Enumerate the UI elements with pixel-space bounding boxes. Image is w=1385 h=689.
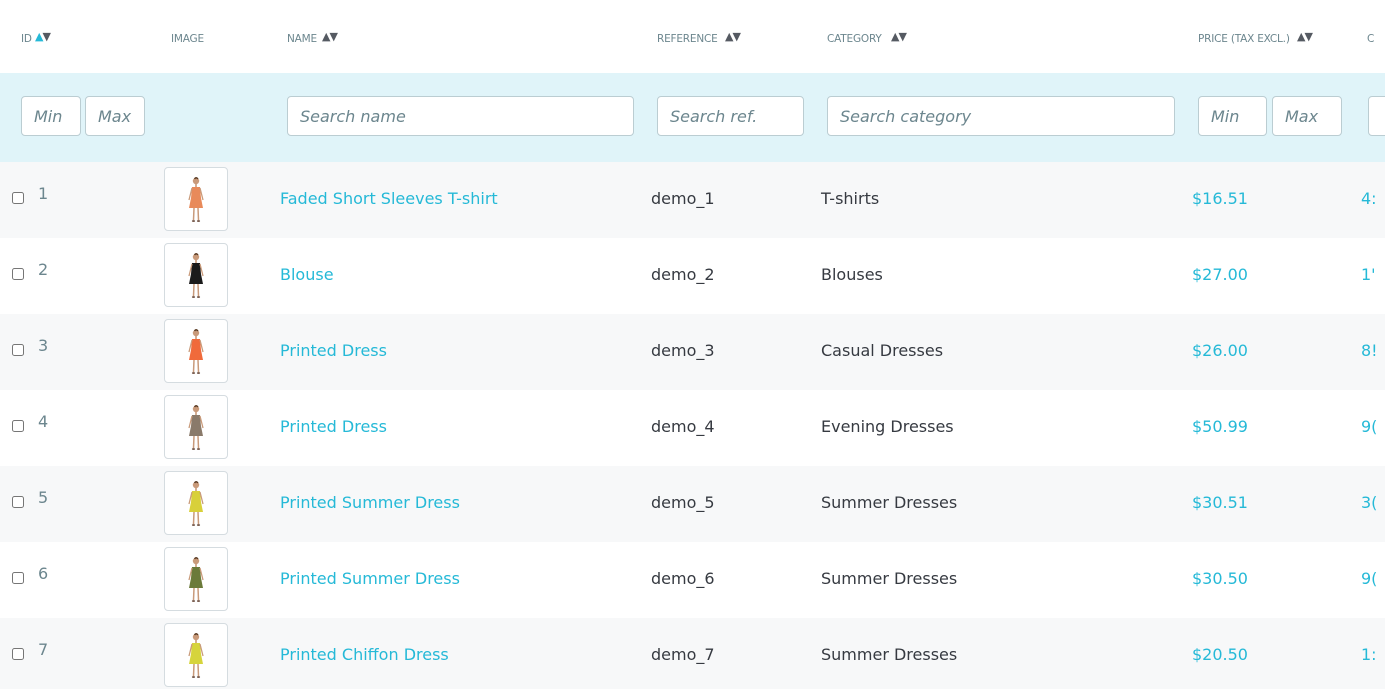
quantity-filter-input[interactable]	[1368, 96, 1385, 136]
product-thumbnail-icon[interactable]	[164, 167, 228, 231]
search-category-input[interactable]	[827, 96, 1175, 136]
product-thumbnail-icon[interactable]	[164, 623, 228, 687]
model-figure-icon	[188, 177, 204, 222]
product-price[interactable]: $20.50	[1192, 645, 1248, 664]
header-id: ID	[21, 33, 32, 45]
table-header-row: ID ▲▼ IMAGE NAME ▲▼ REFERENCE ▲▼ CATEGOR…	[0, 0, 1385, 73]
header-quantity-partial: C	[1367, 33, 1375, 45]
product-price[interactable]: $26.00	[1192, 341, 1248, 360]
table-row[interactable]: 2 Blouse demo_2 Blouses $27.00 1'	[0, 238, 1385, 314]
product-id: 6	[38, 564, 49, 583]
row-checkbox[interactable]	[12, 344, 24, 356]
header-name: NAME	[287, 33, 317, 45]
price-min-input[interactable]	[1198, 96, 1267, 136]
price-max-input[interactable]	[1272, 96, 1342, 136]
product-name-link[interactable]: Printed Dress	[280, 341, 387, 360]
product-reference: demo_7	[651, 645, 715, 664]
sort-desc-icon[interactable]: ▼	[898, 30, 907, 43]
model-figure-icon	[188, 481, 204, 526]
sort-desc-icon[interactable]: ▼	[42, 30, 51, 43]
model-figure-icon	[188, 405, 204, 450]
product-price[interactable]: $50.99	[1192, 417, 1248, 436]
product-price[interactable]: $27.00	[1192, 265, 1248, 284]
product-price[interactable]: $30.50	[1192, 569, 1248, 588]
product-quantity-partial[interactable]: 4:	[1361, 189, 1377, 208]
header-price: PRICE (TAX EXCL.)	[1198, 33, 1290, 45]
product-thumbnail-icon[interactable]	[164, 471, 228, 535]
table-row[interactable]: 7 Printed Chiffon Dress demo_7 Summer Dr…	[0, 618, 1385, 689]
model-figure-icon	[188, 557, 204, 602]
row-checkbox[interactable]	[12, 496, 24, 508]
model-figure-icon	[188, 633, 204, 678]
row-checkbox[interactable]	[12, 648, 24, 660]
product-id: 7	[38, 640, 49, 659]
search-reference-input[interactable]	[657, 96, 804, 136]
table-row[interactable]: 6 Printed Summer Dress demo_6 Summer Dre…	[0, 542, 1385, 618]
product-id: 3	[38, 336, 49, 355]
product-id: 1	[38, 184, 49, 203]
product-quantity-partial[interactable]: 1'	[1361, 265, 1376, 284]
row-checkbox[interactable]	[12, 572, 24, 584]
row-checkbox[interactable]	[12, 268, 24, 280]
table-row[interactable]: 4 Printed Dress demo_4 Evening Dresses $…	[0, 390, 1385, 466]
product-reference: demo_4	[651, 417, 715, 436]
product-quantity-partial[interactable]: 1:	[1361, 645, 1377, 664]
header-reference: REFERENCE	[657, 33, 718, 45]
products-table: ID ▲▼ IMAGE NAME ▲▼ REFERENCE ▲▼ CATEGOR…	[0, 0, 1385, 689]
row-checkbox[interactable]	[12, 420, 24, 432]
product-category: Blouses	[821, 265, 883, 284]
sort-desc-icon[interactable]: ▼	[329, 30, 338, 43]
product-name-link[interactable]: Printed Summer Dress	[280, 569, 460, 588]
product-quantity-partial[interactable]: 3(	[1361, 493, 1377, 512]
product-reference: demo_2	[651, 265, 715, 284]
product-id: 5	[38, 488, 49, 507]
product-id: 2	[38, 260, 49, 279]
product-thumbnail-icon[interactable]	[164, 547, 228, 611]
product-name-link[interactable]: Printed Chiffon Dress	[280, 645, 449, 664]
sort-price-button[interactable]: ▲▼	[1297, 30, 1313, 43]
product-reference: demo_6	[651, 569, 715, 588]
model-figure-icon	[188, 253, 204, 298]
product-category: Summer Dresses	[821, 569, 958, 588]
product-category: Summer Dresses	[821, 645, 958, 664]
sort-id-button[interactable]: ▲▼	[35, 30, 51, 43]
table-row[interactable]: 3 Printed Dress demo_3 Casual Dresses $2…	[0, 314, 1385, 390]
product-quantity-partial[interactable]: 9(	[1361, 569, 1377, 588]
product-category: Summer Dresses	[821, 493, 958, 512]
product-name-link[interactable]: Faded Short Sleeves T-shirt	[280, 189, 498, 208]
product-name-link[interactable]: Blouse	[280, 265, 334, 284]
row-checkbox[interactable]	[12, 192, 24, 204]
sort-reference-button[interactable]: ▲▼	[725, 30, 741, 43]
header-category: CATEGORY	[827, 33, 882, 45]
product-price[interactable]: $30.51	[1192, 493, 1248, 512]
sort-desc-icon[interactable]: ▼	[732, 30, 741, 43]
search-name-input[interactable]	[287, 96, 634, 136]
product-price[interactable]: $16.51	[1192, 189, 1248, 208]
product-quantity-partial[interactable]: 8!	[1361, 341, 1378, 360]
model-figure-icon	[188, 329, 204, 374]
product-category: Evening Dresses	[821, 417, 954, 436]
id-min-input[interactable]	[21, 96, 81, 136]
product-thumbnail-icon[interactable]	[164, 243, 228, 307]
product-reference: demo_3	[651, 341, 715, 360]
product-thumbnail-icon[interactable]	[164, 395, 228, 459]
sort-category-button[interactable]: ▲▼	[891, 30, 907, 43]
table-row[interactable]: 5 Printed Summer Dress demo_5 Summer Dre…	[0, 466, 1385, 542]
product-reference: demo_5	[651, 493, 715, 512]
product-thumbnail-icon[interactable]	[164, 319, 228, 383]
product-category: T-shirts	[821, 189, 880, 208]
sort-name-button[interactable]: ▲▼	[322, 30, 338, 43]
id-max-input[interactable]	[85, 96, 145, 136]
product-name-link[interactable]: Printed Summer Dress	[280, 493, 460, 512]
product-name-link[interactable]: Printed Dress	[280, 417, 387, 436]
product-category: Casual Dresses	[821, 341, 944, 360]
product-quantity-partial[interactable]: 9(	[1361, 417, 1377, 436]
product-id: 4	[38, 412, 49, 431]
header-image: IMAGE	[171, 33, 204, 45]
table-row[interactable]: 1 Faded Short Sleeves T-shirt demo_1 T-s…	[0, 162, 1385, 238]
product-reference: demo_1	[651, 189, 715, 208]
sort-desc-icon[interactable]: ▼	[1304, 30, 1313, 43]
